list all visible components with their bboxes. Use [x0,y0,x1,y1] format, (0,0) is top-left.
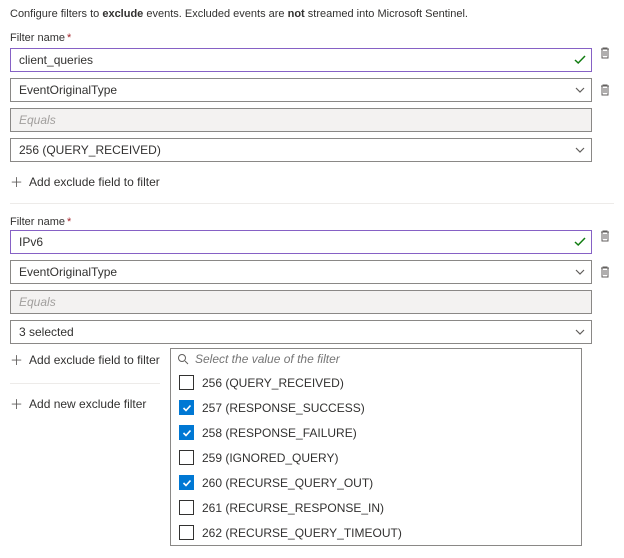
plus-icon: ＋ [10,394,23,413]
add-exclude-field-button[interactable]: ＋ Add exclude field to filter [10,172,160,191]
divider [10,383,160,384]
checkbox-checked-icon [179,400,194,415]
filter-name-label: Filter name* [10,216,592,228]
valid-check-icon [574,54,586,66]
dropdown-option[interactable]: 256 (QUERY_RECEIVED) [171,370,581,395]
value-dropdown-panel: 256 (QUERY_RECEIVED) 257 (RESPONSE_SUCCES… [170,348,582,546]
dropdown-search-input[interactable] [189,352,575,366]
checkbox-checked-icon [179,425,194,440]
divider [10,203,614,204]
add-exclude-field-button[interactable]: ＋ Add exclude field to filter [10,350,160,369]
delete-condition-icon[interactable] [598,83,614,97]
delete-filter-icon[interactable] [598,46,614,60]
filter-name-label: Filter name* [10,32,71,44]
page-description: Configure filters to exclude events. Exc… [10,8,614,20]
chevron-down-icon [575,327,585,337]
value-select[interactable]: 3 selected [10,320,592,344]
dropdown-option[interactable]: 261 (RECURSE_RESPONSE_IN) [171,495,581,520]
dropdown-option[interactable]: 260 (RECURSE_QUERY_OUT) [171,470,581,495]
filter-block-1: Filter name* EventOriginalType Equals [10,216,614,546]
dropdown-option-label: 260 (RECURSE_QUERY_OUT) [202,476,373,490]
plus-icon: ＋ [10,350,23,369]
checkbox-icon [179,450,194,465]
field-select[interactable]: EventOriginalType [10,78,592,102]
add-new-exclude-filter-button[interactable]: ＋ Add new exclude filter [10,394,146,413]
checkbox-icon [179,500,194,515]
checkbox-icon [179,525,194,540]
dropdown-option[interactable]: 262 (RECURSE_QUERY_TIMEOUT) [171,520,581,545]
dropdown-option-label: 257 (RESPONSE_SUCCESS) [202,401,365,415]
value-select[interactable]: 256 (QUERY_RECEIVED) [10,138,592,162]
dropdown-option[interactable]: 257 (RESPONSE_SUCCESS) [171,395,581,420]
delete-filter-icon[interactable] [598,229,614,243]
plus-icon: ＋ [10,172,23,191]
checkbox-icon [179,375,194,390]
dropdown-option[interactable]: 259 (IGNORED_QUERY) [171,445,581,470]
dropdown-option-label: 259 (IGNORED_QUERY) [202,451,338,465]
dropdown-option[interactable]: 258 (RESPONSE_FAILURE) [171,420,581,445]
chevron-down-icon [575,145,585,155]
valid-check-icon [574,236,586,248]
operator-select: Equals [10,290,592,314]
dropdown-option-label: 256 (QUERY_RECEIVED) [202,376,344,390]
delete-condition-icon[interactable] [598,265,614,279]
filter-name-input[interactable] [10,48,592,72]
chevron-down-icon [575,267,585,277]
field-select[interactable]: EventOriginalType [10,260,592,284]
dropdown-option-label: 261 (RECURSE_RESPONSE_IN) [202,501,384,515]
filter-name-input[interactable] [10,230,592,254]
chevron-down-icon [575,85,585,95]
operator-select: Equals [10,108,592,132]
dropdown-option-label: 262 (RECURSE_QUERY_TIMEOUT) [202,526,402,540]
checkbox-checked-icon [179,475,194,490]
dropdown-option-label: 258 (RESPONSE_FAILURE) [202,426,357,440]
filter-block-0: Filter name* EventOriginalType [10,32,614,191]
search-icon [177,353,189,365]
